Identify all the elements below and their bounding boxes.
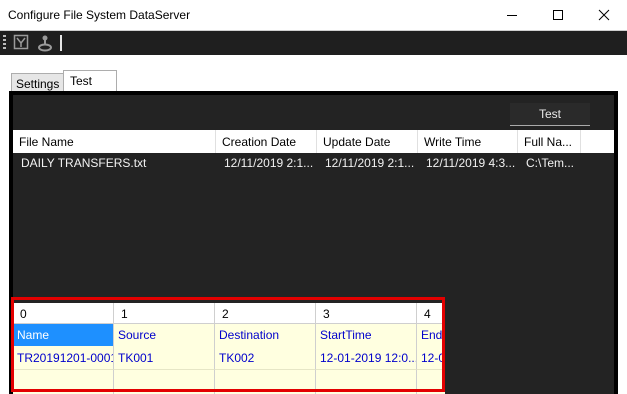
empty-row-cell[interactable] <box>114 370 215 394</box>
minimize-icon <box>507 15 517 16</box>
creation-date-cell: 12/11/2019 2:1... <box>224 156 314 170</box>
database-icon <box>38 35 52 52</box>
close-button[interactable] <box>581 0 627 30</box>
close-icon <box>598 9 610 21</box>
toolbar-separator <box>60 35 62 51</box>
minimize-button[interactable] <box>489 0 535 30</box>
data-grid: 0 1 2 3 4 Name Source Destination StartT… <box>13 303 445 394</box>
empty-row-cell[interactable] <box>215 370 316 394</box>
write-time-cell: 12/11/2019 4:3... <box>426 156 516 170</box>
files-grid-header: File Name Creation Date Update Date Writ… <box>13 130 614 153</box>
tab-settings[interactable]: Settings <box>11 73 65 92</box>
full-name-cell: C:\Tem... <box>526 156 575 170</box>
column-index-3[interactable]: 3 <box>316 303 417 324</box>
toolbar <box>0 30 627 55</box>
tab-test[interactable]: Test <box>63 70 117 92</box>
data-cell-starttime[interactable]: 12-01-2019 12:0... <box>316 346 417 370</box>
grid-settings-icon <box>13 34 29 50</box>
data-grid-header-source[interactable]: Source <box>114 324 215 346</box>
test-panel: Test File Name Creation Date Update Date… <box>9 91 618 394</box>
title-bar: Configure File System DataServer <box>0 0 627 30</box>
data-cell-source[interactable]: TK001 <box>114 346 215 370</box>
column-header-update-date[interactable]: Update Date <box>317 130 418 153</box>
data-grid-header-end[interactable]: End <box>417 324 445 346</box>
column-header-creation-date[interactable]: Creation Date <box>216 130 317 153</box>
data-grid-header-starttime[interactable]: StartTime <box>316 324 417 346</box>
data-cell-destination[interactable]: TK002 <box>215 346 316 370</box>
tab-settings-label: Settings <box>16 77 60 91</box>
column-index-2[interactable]: 2 <box>215 303 316 324</box>
column-index-0[interactable]: 0 <box>13 303 114 324</box>
file-name-cell: DAILY TRANSFERS.txt <box>21 156 147 170</box>
column-header-file-name[interactable]: File Name <box>13 130 216 153</box>
test-button[interactable]: Test <box>510 103 590 126</box>
client-area: Settings Test Test File Name Creation Da… <box>0 55 627 394</box>
grid-tool-button[interactable] <box>12 34 30 52</box>
column-index-4[interactable]: 4 <box>417 303 445 324</box>
toolbar-grip[interactable] <box>3 35 6 50</box>
tab-test-label: Test <box>70 74 93 88</box>
data-grid-header-name[interactable]: Name <box>13 324 114 346</box>
column-header-full-name[interactable]: Full Na... <box>518 130 581 153</box>
maximize-icon <box>553 10 563 20</box>
maximize-button[interactable] <box>535 0 581 30</box>
table-row[interactable]: DAILY TRANSFERS.txt 12/11/2019 2:1... 12… <box>13 153 614 173</box>
database-tool-button[interactable] <box>36 34 54 52</box>
empty-row-cell[interactable] <box>13 370 114 394</box>
test-panel-content: Test File Name Creation Date Update Date… <box>13 95 614 394</box>
empty-row-cell[interactable] <box>417 370 445 394</box>
data-cell-end[interactable]: 12-0 <box>417 346 445 370</box>
empty-row-cell[interactable] <box>316 370 417 394</box>
data-grid-header-destination[interactable]: Destination <box>215 324 316 346</box>
column-index-1[interactable]: 1 <box>114 303 215 324</box>
update-date-cell: 12/11/2019 2:1... <box>325 156 415 170</box>
window-title: Configure File System DataServer <box>8 8 191 22</box>
column-header-write-time[interactable]: Write Time <box>418 130 518 153</box>
data-cell-name[interactable]: TR20191201-0001 <box>13 346 114 370</box>
